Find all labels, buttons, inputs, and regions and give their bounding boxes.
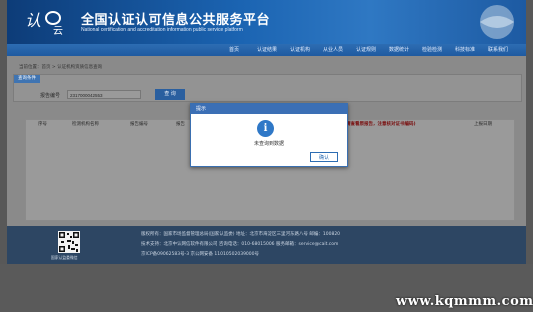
report-number-label: 报告编号 [40,93,61,99]
col-index: 序号 [38,122,47,127]
qr-code-icon [58,231,80,253]
platform-subtitle: National certification and accreditation… [81,27,243,33]
col-verify-note: (请查看原报告，注意核对证书编码) [344,122,416,127]
search-panel: 查询条件 报告编号 2317000042553 查 询 [13,74,522,102]
search-panel-tab: 查询条件 [14,75,40,83]
qr-caption: 国家认监委微信 [51,255,78,260]
dialog-title: 提示 [196,106,207,112]
alert-dialog: 提示 i 未查询到数据 确认 [190,103,348,167]
dialog-message: 未查询到数据 [253,141,284,147]
info-icon: i [257,120,274,137]
nav-home[interactable]: 首页 [229,44,239,56]
nav-cert-bodies[interactable]: 认证机构 [290,44,310,56]
col-report-number: 报告编号 [130,122,148,127]
site-header: 认 云 全国认证认可信息公共服务平台 National certificatio… [7,0,526,44]
nav-standards[interactable]: 科技标准 [455,44,475,56]
query-button[interactable]: 查 询 [155,89,185,100]
confirm-button[interactable]: 确认 [310,152,338,162]
nav-cert-rules[interactable]: 认证规则 [356,44,376,56]
dialog-title-bar: 提示 [191,104,347,114]
svg-text:云: 云 [53,26,63,36]
page: 认 云 全国认证认可信息公共服务平台 National certificatio… [0,0,533,312]
breadcrumb: 当前位置：首页 > 认证机构资质信息查询 [19,65,103,70]
col-report: 报告 [176,122,185,127]
globe-decoration-icon [480,5,514,39]
footer-support: 技术支持：北京中认网信软件有限公司 咨询电话：010-68015006 服务邮箱… [141,242,339,247]
nav-cert-results[interactable]: 认证结果 [257,44,277,56]
svg-text:认: 认 [25,11,41,30]
nav-testing[interactable]: 检验检测 [422,44,442,56]
nav-personnel[interactable]: 从业人员 [323,44,343,56]
logo-icon: 认 云 [25,11,63,36]
footer-copyright: 版权所有：国家市场监督管理总局(国家认监委) 地址：北京市海淀区三里河东路八号 … [141,232,341,237]
main-nav: 首页 认证结果 认证机构 从业人员 认证规则 数据统计 检验检测 科技标准 联系… [7,44,526,56]
nav-contact[interactable]: 联系我们 [488,44,508,56]
watermark: www.kqmmm.com [396,294,533,309]
report-number-input[interactable]: 2317000042553 [67,90,141,99]
site-footer: 国家认监委微信 版权所有：国家市场监督管理总局(国家认监委) 地址：北京市海淀区… [7,226,526,264]
platform-title: 全国认证认可信息公共服务平台 [81,13,271,28]
col-lab-name: 检测机构名称 [72,122,99,127]
footer-icp: 京ICP备09062583号-3 京公网安备 11010502039000号 [141,252,260,257]
nav-statistics[interactable]: 数据统计 [389,44,409,56]
col-report-date: 上报日期 [474,122,492,127]
